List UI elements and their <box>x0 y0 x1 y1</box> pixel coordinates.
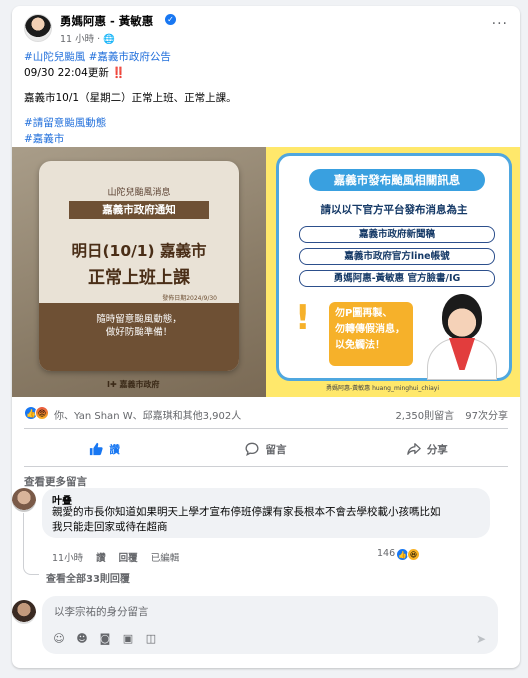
double-exclamation-icon: ‼️ <box>112 67 126 79</box>
comment-label: 留言 <box>265 443 287 456</box>
comment-count[interactable]: 2,350則留言 <box>395 411 454 422</box>
reply-thread-line <box>23 513 39 575</box>
warning-line1: 勿P圖再製、 <box>335 308 393 319</box>
channel-pill-line: 嘉義市政府官方line帳號 <box>299 248 495 265</box>
notice-line3: 明日(10/1) 嘉義市 <box>71 242 207 260</box>
notice-note2: 做好防颱準備！ <box>105 327 173 338</box>
notice-line1: 山陀兒颱風消息 <box>107 188 171 198</box>
comment-reaction-count[interactable]: 146 <box>377 548 395 559</box>
hashtag-typhoon-watch[interactable]: #請留意颱風動態 <box>24 116 504 131</box>
share-label: 分享 <box>426 443 448 456</box>
channels-panel: 嘉義市發布颱風相關訊息 請以以下官方平台發布消息為主 嘉義市政府新聞稿 嘉義市政… <box>276 153 512 381</box>
channel-pill-news: 嘉義市政府新聞稿 <box>299 226 495 243</box>
city-logo: I✚ 嘉義市政府 <box>107 380 160 389</box>
commenter-name[interactable]: 叶叠 <box>52 492 480 507</box>
comment-edited[interactable]: 已編輯 <box>151 553 180 564</box>
portrait-head <box>442 294 482 340</box>
warning-box: 勿P圖再製、 勿轉傳假消息， 以免觸法！ <box>329 302 413 366</box>
update-text: 09/30 22:04更新 <box>24 67 109 79</box>
comment-line1: 親愛的市長你知道如果明天上學才宣布停班停課有家長根本不會去學校載小孩嗎比如 <box>52 506 441 518</box>
reaction-summary[interactable]: 你、Yan Shan W、邱嘉琪和其他3,902人 <box>54 407 241 422</box>
notice-plate: 山陀兒颱風消息 嘉義市政府通知 明日(10/1) 嘉義市 正常上班上課 發佈日期… <box>39 161 239 371</box>
comment-text: 親愛的市長你知道如果明天上學才宣布停班停課有家長根本不會去學校載小孩嗎比如 我只… <box>52 505 480 535</box>
camera-icon[interactable]: ◙ <box>98 632 112 646</box>
post-meta: 11 小時 · 🌐 <box>60 31 115 45</box>
divider <box>24 428 508 429</box>
comment-time[interactable]: 11小時 <box>52 553 83 564</box>
sticker-icon[interactable]: ◫ <box>144 632 158 646</box>
reactions-bar: 👍 😡 你、Yan Shan W、邱嘉琪和其他3,902人 2,350則留言 9… <box>24 405 508 423</box>
notice-note1: 隨時留意颱風動態， <box>96 314 182 325</box>
composer-tools: ☺ ☻ ◙ ▣ ◫ <box>52 632 167 646</box>
gif-icon[interactable]: ▣ <box>121 632 135 646</box>
comment-bubble: 叶叠 親愛的市長你知道如果明天上學才宣布停班停課有家長根本不會去學校載小孩嗎比如… <box>42 488 490 538</box>
comment-links: 11小時 讚 回覆 已編輯 <box>52 550 189 564</box>
author-name[interactable]: 勇媽阿惠 - 黃敏惠 <box>60 13 153 29</box>
comment-button[interactable]: 留言 <box>185 434 346 464</box>
image-official-channels[interactable]: 嘉義市發布颱風相關訊息 請以以下官方平台發布消息為主 嘉義市政府新聞稿 嘉義市政… <box>266 147 520 397</box>
share-icon <box>407 443 421 455</box>
mayor-portrait <box>427 294 497 380</box>
share-count[interactable]: 97次分享 <box>465 411 508 422</box>
post-header: 勇媽阿惠 - 黃敏惠 ✓ 11 小時 · 🌐 ··· <box>12 6 520 46</box>
hashtag-chiayi[interactable]: #嘉義市 <box>24 132 504 147</box>
comment-placeholder: 以李宗祐的身分留言 <box>54 606 149 618</box>
comment-icon <box>245 442 260 456</box>
comment-reply-link[interactable]: 回覆 <box>119 553 138 564</box>
notice-line4: 正常上班上課 <box>88 268 190 288</box>
haha-reaction-icon: 😆 <box>407 548 420 561</box>
notice-line2: 嘉義市政府通知 <box>69 201 209 219</box>
angry-reaction-icon: 😡 <box>35 406 49 420</box>
more-options-icon[interactable]: ··· <box>492 16 508 32</box>
commenter-avatar[interactable] <box>12 488 36 512</box>
action-bar: 讚 留言 分享 <box>24 434 508 464</box>
comment-line2: 我只能走回家或待在超商 <box>52 521 168 533</box>
engagement-counts: 2,350則留言 97次分享 <box>387 407 508 422</box>
verified-badge-icon: ✓ <box>165 14 176 25</box>
channels-title: 嘉義市發布颱風相關訊息 <box>309 169 485 191</box>
warning-line3: 以免觸法！ <box>335 340 385 351</box>
update-line: 09/30 22:04更新 ‼️ <box>24 66 504 81</box>
like-label: 讚 <box>109 443 120 456</box>
post-text: #山陀兒颱風 #嘉義市政府公告 09/30 22:04更新 ‼️ 嘉義市10/1… <box>24 50 504 148</box>
post-card: 勇媽阿惠 - 黃敏惠 ✓ 11 小時 · 🌐 ··· #山陀兒颱風 #嘉義市政府… <box>12 6 520 668</box>
thumbs-up-icon <box>90 442 104 456</box>
notice-note: 隨時留意颱風動態， 做好防颱準備！ <box>39 313 239 339</box>
view-more-comments[interactable]: 查看更多留言 <box>24 474 87 489</box>
avatar-sticker-icon[interactable]: ☺ <box>52 632 66 646</box>
exclamation-icon: ! <box>295 298 311 338</box>
share-button[interactable]: 分享 <box>347 434 508 464</box>
divider <box>24 466 508 467</box>
comment-like-link[interactable]: 讚 <box>96 553 106 564</box>
comment-input[interactable]: 以李宗祐的身分留言 ☺ ☻ ◙ ▣ ◫ ➤ <box>42 596 498 654</box>
like-button[interactable]: 讚 <box>24 434 185 464</box>
post-body-line: 嘉義市10/1（星期二）正常上班、正常上課。 <box>24 92 237 104</box>
warning-line2: 勿轉傳假消息， <box>335 324 405 335</box>
send-icon[interactable]: ➤ <box>476 632 486 646</box>
channels-footer: 勇媽阿惠-黃敏惠 huang_minghui_chiayi <box>326 385 440 392</box>
hashtags-line[interactable]: #山陀兒颱風 #嘉義市政府公告 <box>24 50 504 65</box>
post-images: 山陀兒颱風消息 嘉義市政府通知 明日(10/1) 嘉義市 正常上班上課 發佈日期… <box>12 147 520 397</box>
emoji-icon[interactable]: ☻ <box>75 632 89 646</box>
post-time[interactable]: 11 小時 <box>60 34 94 45</box>
author-avatar[interactable] <box>24 14 52 42</box>
globe-icon: 🌐 <box>103 34 116 45</box>
channel-pill-facebook: 勇媽阿惠-黃敏惠 官方臉書/IG <box>299 270 495 287</box>
channels-lead: 請以以下官方平台發布消息為主 <box>320 204 468 216</box>
image-notice[interactable]: 山陀兒颱風消息 嘉義市政府通知 明日(10/1) 嘉義市 正常上班上課 發佈日期… <box>12 147 266 397</box>
notice-date: 發佈日期2024/9/30 <box>162 295 217 302</box>
current-user-avatar[interactable] <box>12 600 36 624</box>
view-all-replies[interactable]: 查看全部33則回覆 <box>46 570 130 585</box>
comment-composer: 以李宗祐的身分留言 ☺ ☻ ◙ ▣ ◫ ➤ <box>12 596 498 654</box>
